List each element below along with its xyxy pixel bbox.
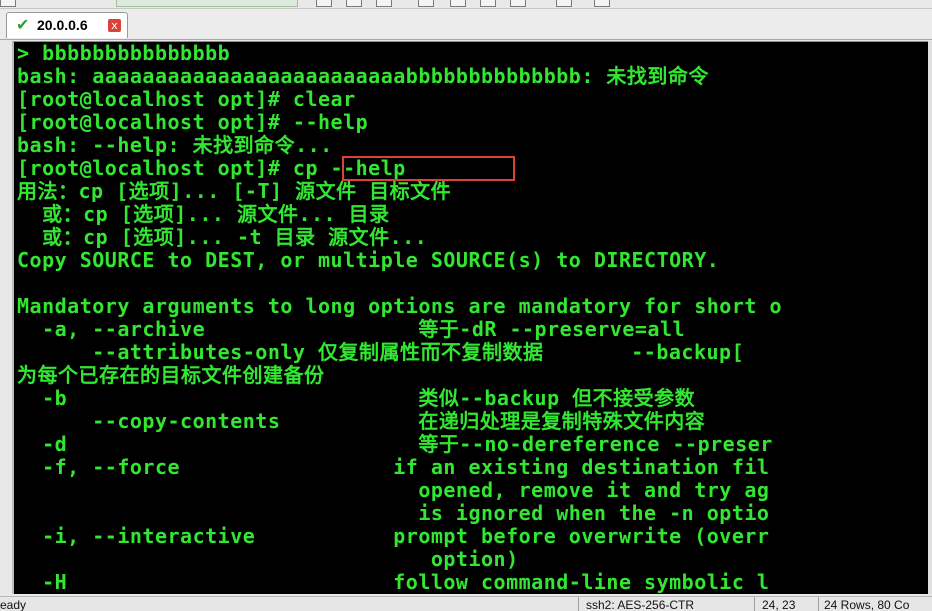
terminal-app-window: ✔ 20.0.0.6 x > bbbbbbbbbbbbbbb bash: aaaa…: [0, 0, 932, 611]
terminal-line: -H follow command-line symbolic l: [17, 570, 770, 594]
status-cipher: ssh2: AES-256-CTR: [586, 598, 695, 611]
terminal-line: 或：cp [选项]... -t 目录 源文件...: [17, 225, 428, 249]
status-divider: [578, 597, 579, 611]
terminal-line: -b 类似--backup 但不接受参数: [17, 386, 696, 410]
toolbar-paste-icon[interactable]: [346, 0, 362, 7]
toolbar-copy-icon[interactable]: [316, 0, 332, 7]
toolbar-settings-icon[interactable]: [450, 0, 466, 7]
terminal-line: > bbbbbbbbbbbbbbb: [17, 41, 231, 65]
terminal-line: -f, --force if an existing destination f…: [17, 455, 770, 479]
status-bar: eady ssh2: AES-256-CTR 24, 23 24 Rows, 8…: [0, 596, 932, 611]
session-tab-bar: ✔ 20.0.0.6 x: [0, 9, 932, 40]
terminal-line: [root@localhost opt]# --help: [17, 110, 369, 134]
toolbar-address-field[interactable]: [116, 0, 298, 7]
status-divider: [754, 597, 755, 611]
terminal-line: bash: aaaaaaaaaaaaaaaaaaaaaaaaabbbbbbbbb…: [17, 64, 709, 88]
status-divider: [818, 597, 819, 611]
toolbar-sftp-icon[interactable]: [480, 0, 496, 7]
toolbar-find-icon[interactable]: [376, 0, 392, 7]
session-tab[interactable]: ✔ 20.0.0.6 x: [6, 12, 128, 38]
terminal-line: [root@localhost opt]# clear: [17, 87, 356, 111]
toolbar-help-icon[interactable]: [556, 0, 572, 7]
terminal-lines: > bbbbbbbbbbbbbbb bash: aaaaaaaaaaaaaaaaa…: [17, 42, 932, 594]
close-icon[interactable]: x: [108, 19, 121, 32]
terminal-line: Copy SOURCE to DEST, or multiple SOURCE(…: [17, 248, 720, 272]
status-cursor-position: 24, 23: [762, 598, 796, 611]
terminal-line: -a, --archive 等于-dR --preserve=all: [17, 317, 686, 341]
terminal-line: -i, --interactive prompt before overwrit…: [17, 524, 770, 548]
terminal-line: Mandatory arguments to long options are …: [17, 294, 783, 318]
terminal-line: --copy-contents 在递归处理是复制特殊文件内容: [17, 409, 706, 433]
terminal-line: 为每个已存在的目标文件创建备份: [17, 363, 325, 387]
toolbar-keymap-icon[interactable]: [510, 0, 526, 7]
terminal-line: 用法：cp [选项]... [-T] 源文件 目标文件: [17, 179, 452, 203]
check-icon: ✔: [16, 15, 30, 34]
terminal-line: opened, remove it and try ag: [17, 478, 770, 502]
terminal-line: bash: --help: 未找到命令...: [17, 133, 333, 157]
terminal-line: option): [17, 547, 519, 571]
terminal-output[interactable]: > bbbbbbbbbbbbbbb bash: aaaaaaaaaaaaaaaaa…: [12, 41, 932, 594]
toolbar-button-icon[interactable]: [0, 0, 16, 7]
toolbar-extra-icon[interactable]: [594, 0, 610, 7]
toolbar-print-icon[interactable]: [418, 0, 434, 7]
terminal-line: 或：cp [选项]... 源文件... 目录: [17, 202, 390, 226]
terminal-line: [root@localhost opt]# cp --help: [17, 156, 406, 180]
tab-label: 20.0.0.6: [37, 17, 88, 33]
terminal-line: -d 等于--no-dereference --preser: [17, 432, 773, 456]
toolbar: [0, 0, 932, 9]
scrollbar[interactable]: [928, 41, 932, 594]
terminal-line: --attributes-only 仅复制属性而不复制数据 --backup[: [17, 340, 745, 364]
status-terminal-size: 24 Rows, 80 Co: [824, 598, 910, 611]
terminal-line: is ignored when the -n optio: [17, 501, 770, 525]
status-ready: eady: [0, 598, 27, 611]
